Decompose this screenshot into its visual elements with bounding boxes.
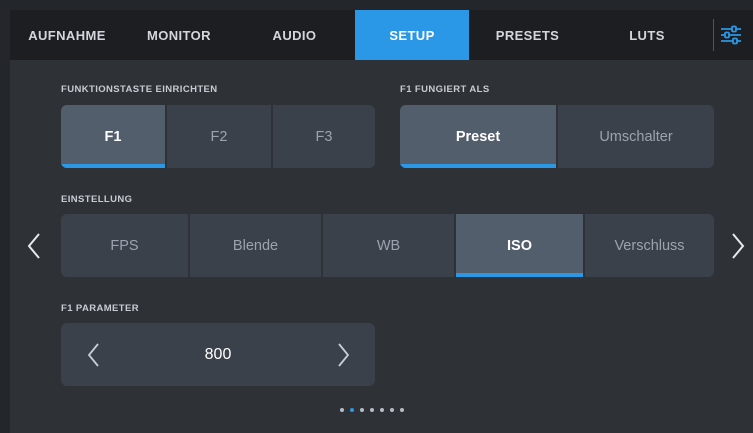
- setting-fps[interactable]: FPS: [61, 214, 188, 277]
- tab-setup[interactable]: SETUP: [355, 10, 469, 60]
- prev-page-button[interactable]: [18, 228, 50, 264]
- tab-luts[interactable]: LUTS: [586, 10, 708, 60]
- settings-menu-button[interactable]: [714, 10, 748, 60]
- function-key-f3[interactable]: F3: [271, 105, 375, 168]
- increase-button[interactable]: [321, 333, 365, 376]
- setting-selector: FPS Blende WB ISO Verschluss: [61, 214, 714, 277]
- setting-wb[interactable]: WB: [321, 214, 454, 277]
- page-dot[interactable]: [360, 408, 364, 412]
- setting-label: EINSTELLUNG: [61, 194, 133, 205]
- next-page-button[interactable]: [723, 228, 753, 264]
- chevron-left-icon: [27, 233, 40, 259]
- page-dot[interactable]: [380, 408, 384, 412]
- function-mode-umschalter[interactable]: Umschalter: [556, 105, 714, 168]
- function-key-f2[interactable]: F2: [165, 105, 271, 168]
- page-dot-active[interactable]: [350, 408, 354, 412]
- sliders-icon: [721, 25, 741, 45]
- chevron-left-icon: [87, 342, 99, 367]
- function-mode-label: F1 FUNGIERT ALS: [400, 84, 490, 95]
- parameter-stepper: 800: [61, 323, 375, 386]
- page-dot[interactable]: [370, 408, 374, 412]
- chevron-right-icon: [337, 342, 349, 367]
- function-key-selector: F1 F2 F3: [61, 105, 375, 168]
- page-dot[interactable]: [340, 408, 344, 412]
- chevron-right-icon: [732, 233, 745, 259]
- page-indicator: [340, 408, 404, 412]
- setting-iso[interactable]: ISO: [454, 214, 583, 277]
- top-menu-bar: AUFNAHME MONITOR AUDIO SETUP PRESETS LUT…: [10, 10, 753, 60]
- page-dot[interactable]: [390, 408, 394, 412]
- function-key-f1[interactable]: F1: [61, 105, 165, 168]
- parameter-label: F1 PARAMETER: [61, 303, 139, 314]
- tab-audio[interactable]: AUDIO: [234, 10, 355, 60]
- function-mode-selector: Preset Umschalter: [400, 105, 714, 168]
- function-mode-preset[interactable]: Preset: [400, 105, 556, 168]
- page-dot[interactable]: [400, 408, 404, 412]
- decrease-button[interactable]: [71, 333, 115, 376]
- tab-monitor[interactable]: MONITOR: [124, 10, 234, 60]
- setting-verschluss[interactable]: Verschluss: [583, 214, 714, 277]
- tab-presets[interactable]: PRESETS: [469, 10, 586, 60]
- setting-blende[interactable]: Blende: [188, 214, 321, 277]
- function-key-label: FUNKTIONSTASTE EINRICHTEN: [61, 84, 218, 95]
- tab-aufnahme[interactable]: AUFNAHME: [10, 10, 124, 60]
